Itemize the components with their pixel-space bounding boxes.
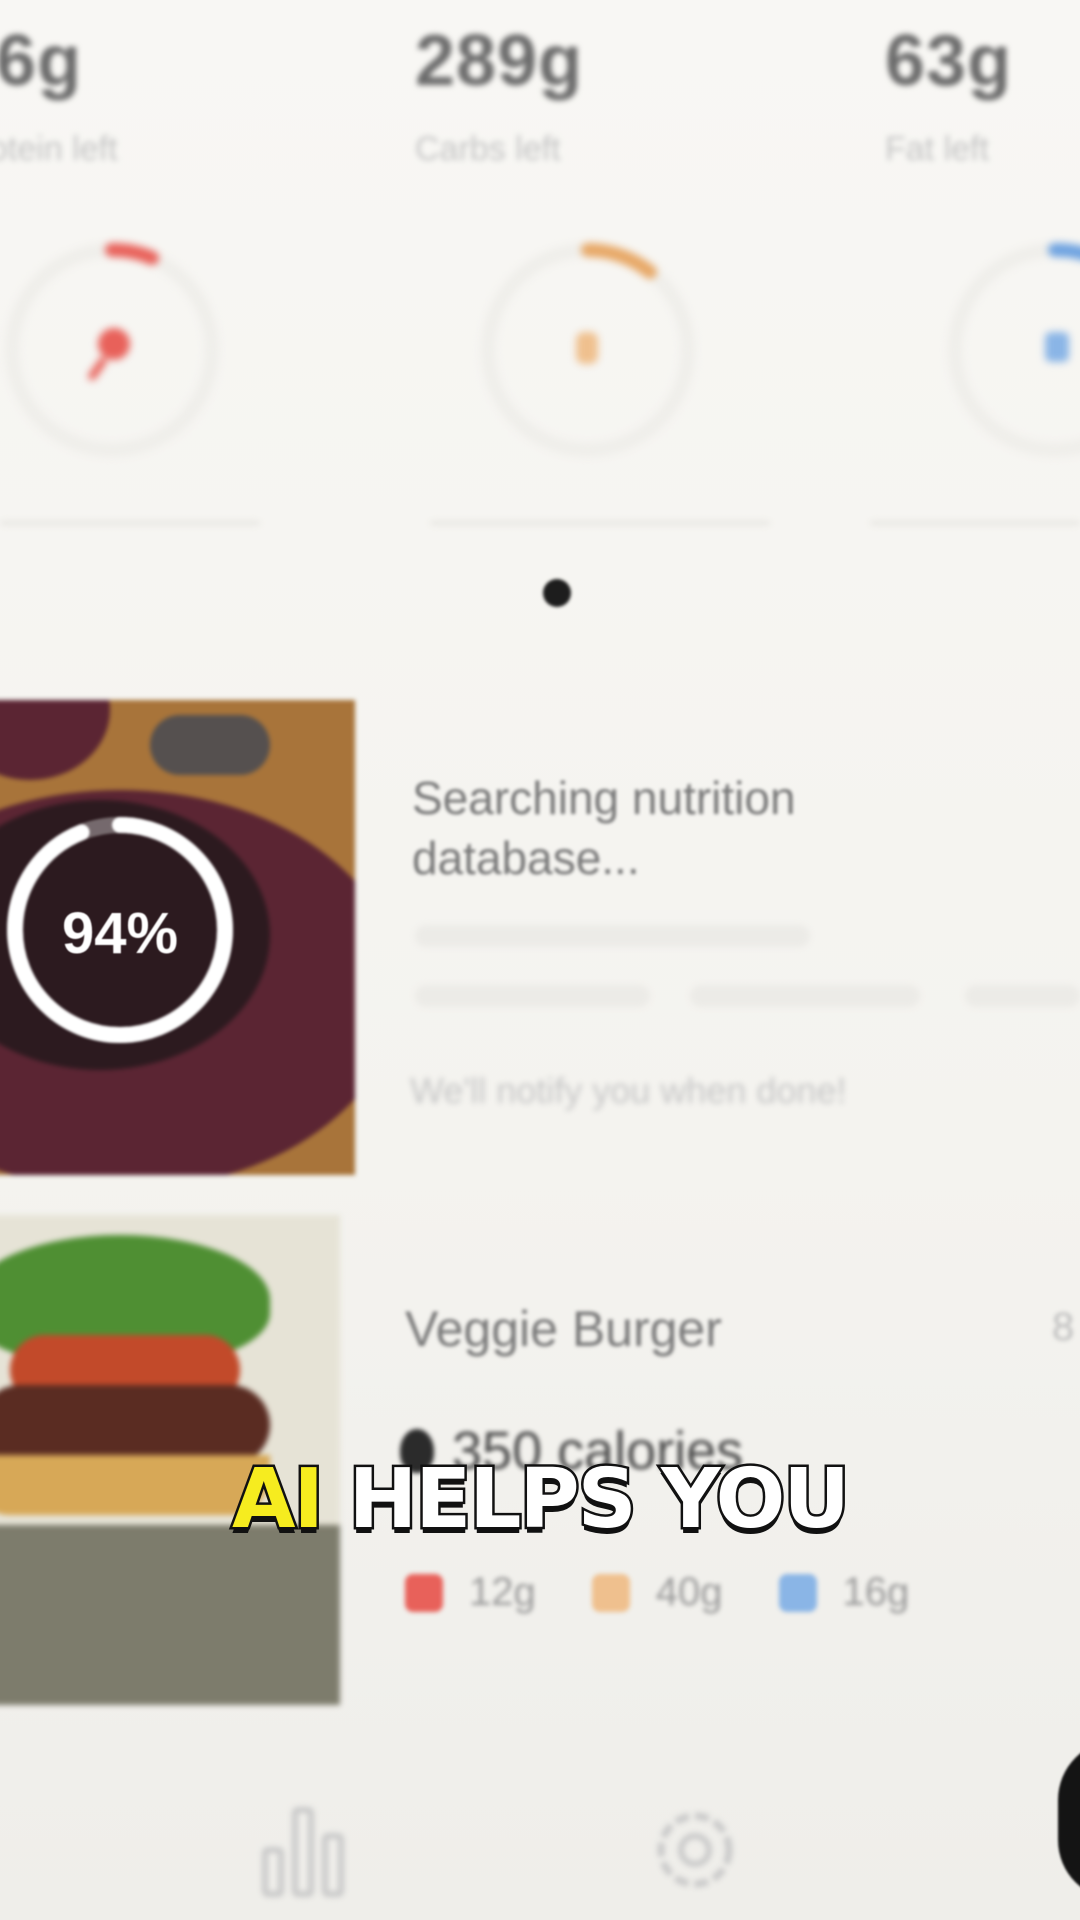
carbs-value: 40g (655, 1570, 723, 1614)
macro-protein: 96g Protein left (0, 20, 255, 169)
notify-message: We'll notify you when done! (410, 1070, 847, 1111)
food-name[interactable]: Veggie Burger (405, 1300, 722, 1358)
app-screen: 96g Protein left 289g Carbs left 63g Fat… (0, 0, 1080, 1920)
protein-ring (2, 240, 222, 460)
food-time: 8 (1052, 1305, 1075, 1349)
oil-icon (778, 1573, 817, 1612)
wheat-icon (591, 1573, 630, 1612)
fat-value: 16g (842, 1570, 910, 1614)
macro-carbs-amount: 289g (415, 21, 584, 101)
page-indicator-dot[interactable] (543, 579, 571, 607)
protein-value: 12g (469, 1570, 536, 1614)
drumstick-icon (405, 1573, 443, 1612)
macro-protein-amount: 96g (0, 21, 83, 101)
drumstick-icon (88, 328, 130, 381)
loading-placeholder-line (415, 985, 650, 1007)
macro-fat: 63g Fat left (885, 20, 1080, 169)
wheat-icon (576, 332, 598, 364)
fat-ring-divider (870, 520, 1080, 526)
macro-protein-label: Protein left (0, 130, 118, 168)
add-icon[interactable] (1058, 1740, 1080, 1900)
loading-placeholder-line (965, 985, 1080, 1007)
macro-fat-label: Fat left (885, 130, 989, 168)
macro-carbs-label: Carbs left (415, 130, 561, 168)
oil-icon (1045, 332, 1069, 362)
analysis-progress-label: 94% (61, 901, 179, 966)
analysis-status-title: Searching nutrition database... (412, 772, 796, 884)
caption-text: HELPS YOU (322, 1450, 852, 1550)
macro-fat-amount: 63g (885, 21, 1013, 101)
food-macros-row: 12g 40g 16g (405, 1570, 939, 1615)
fat-ring (945, 240, 1080, 460)
loading-placeholder-line (415, 925, 810, 947)
macro-carbs: 289g Carbs left (415, 20, 715, 169)
carbs-ring (478, 240, 698, 460)
settings-icon[interactable] (645, 1800, 745, 1905)
protein-ring-divider (0, 520, 260, 526)
video-caption: AI HELPS YOU (0, 1450, 1080, 1550)
analytics-icon[interactable] (255, 1800, 355, 1905)
loading-placeholder-line (690, 985, 920, 1007)
caption-highlight: AI (230, 1450, 327, 1550)
carbs-ring-divider (430, 520, 770, 526)
